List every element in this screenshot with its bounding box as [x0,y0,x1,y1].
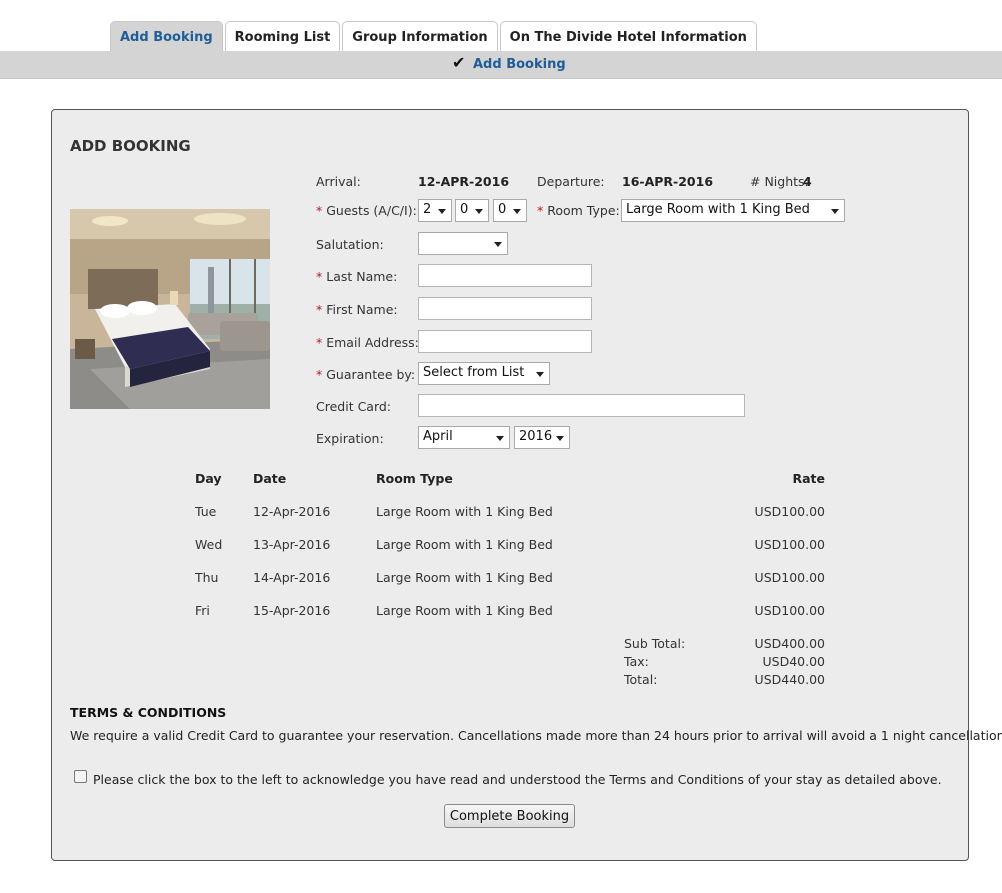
table-cell-date: 12-Apr-2016 [253,504,331,519]
table-cell-room-type: Large Room with 1 King Bed [376,537,553,552]
table-cell-room-type: Large Room with 1 King Bed [376,570,553,585]
guests-label: * Guests (A/C/I): [316,203,417,218]
terms-text: We require a valid Credit Card to guaran… [70,728,1002,743]
table-cell-rate: USD100.00 [754,603,825,618]
table-cell-date: 13-Apr-2016 [253,537,331,552]
email-label-text: Email Address: [326,335,419,350]
table-cell-day: Fri [195,603,210,618]
table-header-room-type: Room Type [376,471,453,486]
tax-label: Tax: [624,654,649,669]
chevron-down-icon [438,209,446,214]
acknowledge-label: Please click the box to the left to ackn… [93,772,942,787]
tax-value: USD40.00 [762,654,826,669]
email-label: * Email Address: [316,335,419,350]
salutation-label: Salutation: [316,237,384,252]
guests-infants-select[interactable]: 0 [493,199,527,222]
guarantee-select[interactable]: Select from List [418,362,550,385]
add-booking-panel: ADD BOOKING Arrival: 12-APR-2016 Departu… [51,109,1002,861]
guarantee-label-text: Guarantee by: [326,367,416,382]
expiration-label: Expiration: [316,431,384,446]
chevron-down-icon [556,436,564,441]
guests-adults-value: 2 [423,202,432,217]
expiration-month-value: April [423,429,453,444]
guests-adults-select[interactable]: 2 [418,199,452,222]
tab-rooming-list[interactable]: Rooming List [224,21,341,52]
table-cell-day: Wed [195,537,223,552]
terms-heading: TERMS & CONDITIONS [70,705,227,720]
first-name-input[interactable] [418,297,592,320]
arrival-value: 12-APR-2016 [418,174,510,189]
nights-value: 4 [803,174,812,189]
guarantee-label: * Guarantee by: [316,367,415,382]
tab-add-booking[interactable]: Add Booking [110,21,223,52]
required-marker: * [316,269,323,284]
table-cell-rate: USD100.00 [754,537,825,552]
table-cell-day: Tue [195,504,217,519]
arrival-label: Arrival: [316,174,361,189]
table-cell-rate: USD100.00 [754,570,825,585]
table-cell-date: 14-Apr-2016 [253,570,331,585]
acknowledge-checkbox[interactable] [74,770,87,783]
departure-value: 16-APR-2016 [622,174,714,189]
room-type-label: * Room Type: [537,203,620,218]
chevron-down-icon [536,372,544,377]
last-name-label: * Last Name: [316,269,397,284]
chevron-down-icon [831,209,839,214]
chevron-down-icon [496,436,504,441]
required-marker: * [316,302,323,317]
credit-card-input[interactable] [418,394,745,417]
guests-infants-value: 0 [498,202,507,217]
required-marker: * [537,203,544,218]
table-cell-date: 15-Apr-2016 [253,603,331,618]
room-type-select[interactable]: Large Room with 1 King Bed [621,199,845,222]
guests-children-select[interactable]: 0 [455,199,489,222]
room-type-label-text: Room Type: [547,203,620,218]
chevron-down-icon [475,209,483,214]
required-marker: * [316,203,323,218]
total-value: USD440.00 [754,672,825,687]
table-cell-day: Thu [195,570,219,585]
first-name-label-text: First Name: [326,302,398,317]
table-header-day: Day [195,471,222,486]
subtotal-label: Sub Total: [624,636,686,651]
tab-bar: Add Booking Rooming List Group Informati… [110,21,757,52]
required-marker: * [316,367,323,382]
departure-label: Departure: [537,174,605,189]
required-marker: * [316,335,323,350]
expiration-year-select[interactable]: 2016 [514,426,570,449]
expiration-month-select[interactable]: April [418,426,510,449]
table-cell-room-type: Large Room with 1 King Bed [376,603,553,618]
guests-children-value: 0 [460,202,469,217]
page-title: ADD BOOKING [70,137,191,155]
last-name-label-text: Last Name: [326,269,398,284]
credit-card-label: Credit Card: [316,399,392,414]
last-name-input[interactable] [418,264,592,287]
salutation-select[interactable] [418,232,508,255]
room-type-value: Large Room with 1 King Bed [626,202,810,217]
guarantee-value: Select from List [423,365,525,380]
table-header-rate: Rate [792,471,825,486]
chevron-down-icon [494,242,502,247]
checkmark-icon: ✔ [452,53,466,72]
subtotal-value: USD400.00 [754,636,825,651]
chevron-down-icon [513,209,521,214]
room-photo [70,209,270,409]
nights-label: # Nights: [750,174,809,189]
total-label: Total: [624,672,658,687]
subnav-add-booking-link[interactable]: Add Booking [473,57,566,72]
first-name-label: * First Name: [316,302,398,317]
tab-group-information[interactable]: Group Information [342,21,498,52]
tab-hotel-information[interactable]: On The Divide Hotel Information [499,21,757,52]
email-input[interactable] [418,330,592,353]
table-cell-room-type: Large Room with 1 King Bed [376,504,553,519]
sub-navigation-bar: ✔ Add Booking [0,51,1002,79]
expiration-year-value: 2016 [519,429,553,444]
complete-booking-button[interactable]: Complete Booking [444,804,575,828]
guests-label-text: Guests (A/C/I): [326,203,417,218]
table-header-date: Date [253,471,287,486]
table-cell-rate: USD100.00 [754,504,825,519]
